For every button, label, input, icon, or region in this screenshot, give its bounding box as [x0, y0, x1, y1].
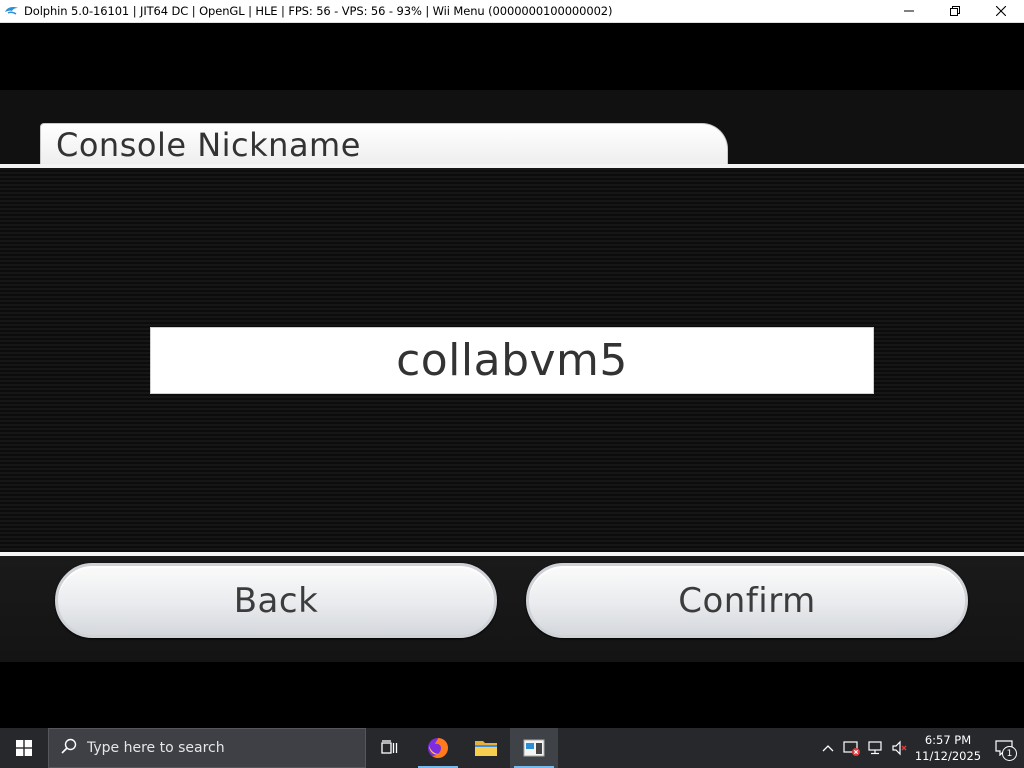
network-icon[interactable] [864, 728, 888, 768]
search-icon [61, 738, 77, 758]
security-alert-icon[interactable] [840, 728, 864, 768]
taskbar-search-box[interactable]: Type here to search [48, 728, 366, 768]
system-tray: 6:57 PM 11/12/2025 1 [816, 728, 1024, 768]
notification-center-icon[interactable]: 1 [984, 728, 1024, 768]
search-placeholder: Type here to search [87, 740, 225, 756]
window-title-bar[interactable]: Dolphin 5.0-16101 | JIT64 DC | OpenGL | … [0, 0, 1024, 23]
file-explorer-icon[interactable] [462, 728, 510, 768]
chevron-up-icon[interactable] [816, 728, 840, 768]
volume-muted-icon[interactable] [888, 728, 912, 768]
windows-start-icon[interactable] [0, 728, 48, 768]
task-view-icon[interactable] [366, 728, 414, 768]
notification-count-badge: 1 [1002, 746, 1017, 761]
confirm-button[interactable]: Confirm [526, 563, 968, 638]
taskbar-clock[interactable]: 6:57 PM 11/12/2025 [912, 728, 984, 768]
confirm-button-label: Confirm [678, 580, 816, 621]
back-button-label: Back [233, 580, 319, 621]
page-title: Console Nickname [56, 125, 361, 164]
dolphin-icon [4, 3, 20, 19]
minimize-icon[interactable] [886, 0, 932, 23]
clock-time: 6:57 PM [924, 733, 972, 747]
clock-date: 11/12/2025 [914, 749, 982, 763]
nickname-field[interactable]: collabvm5 [150, 327, 874, 394]
nickname-value: collabvm5 [396, 335, 628, 386]
close-icon[interactable] [978, 0, 1024, 23]
taskbar: Type here to search 6:57 PM 11/12/2025 1 [0, 728, 1024, 768]
back-button[interactable]: Back [55, 563, 497, 638]
emulator-render-area[interactable]: Console Nickname collabvm5 Back Confirm [0, 23, 1024, 728]
firefox-icon[interactable] [414, 728, 462, 768]
header-tab: Console Nickname [40, 123, 728, 165]
restore-icon[interactable] [932, 0, 978, 23]
dolphin-taskbar-icon[interactable] [510, 728, 558, 768]
window-title: Dolphin 5.0-16101 | JIT64 DC | OpenGL | … [24, 4, 613, 18]
